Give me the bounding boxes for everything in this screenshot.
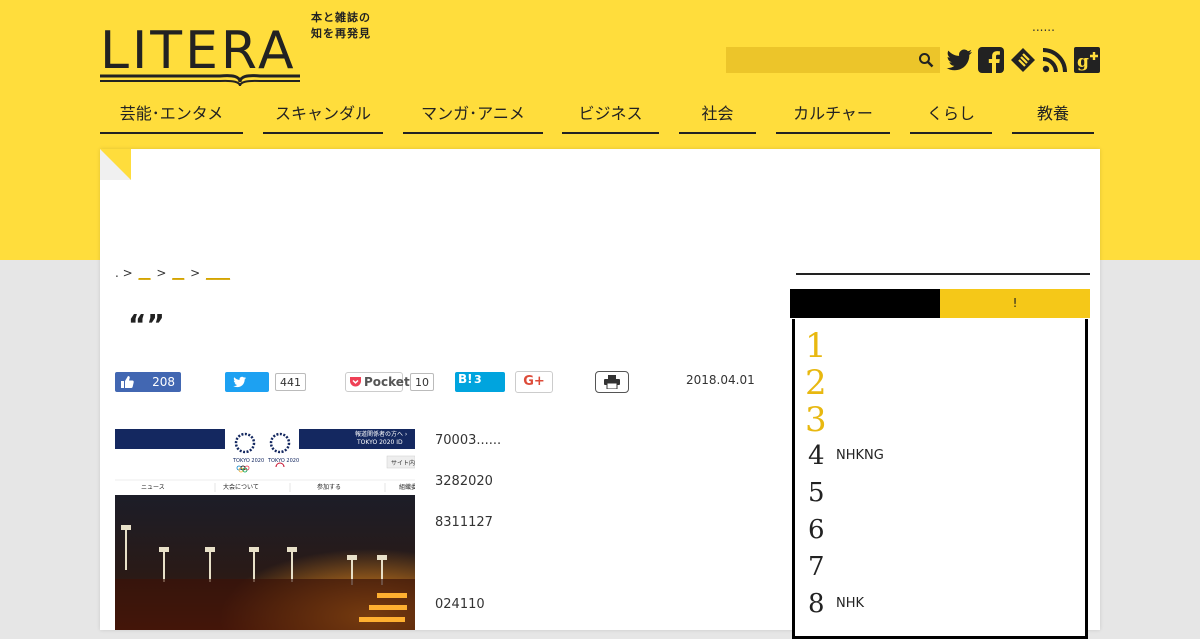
article-body-line: 8311127 <box>435 515 493 530</box>
sidebar-divider <box>796 273 1090 275</box>
rank-number: 4 <box>808 441 825 471</box>
rank-number: 7 <box>808 552 825 582</box>
google-plus-share-button[interactable]: G+ <box>515 371 553 393</box>
rank-number: 8 <box>808 589 825 619</box>
facebook-icon[interactable] <box>977 46 1005 74</box>
twitter-share-count: 441 <box>275 373 306 391</box>
facebook-like-button[interactable]: 208 <box>115 372 181 392</box>
printer-icon <box>604 375 620 389</box>
pocket-count: 10 <box>410 373 434 391</box>
svg-text:サイト内: サイト内 <box>391 459 415 467</box>
rank-number: 6 <box>808 515 825 545</box>
rank-title[interactable]: NHK <box>836 596 864 611</box>
ranking-list <box>792 319 1088 639</box>
nav-item-living[interactable]: くらし <box>910 100 992 134</box>
nav-item-manga-anime[interactable]: マンガ･アニメ <box>403 100 543 134</box>
article-body-line: 024110 <box>435 597 485 612</box>
breadcrumb-link[interactable]: __ <box>172 266 184 280</box>
ranking-tab-left[interactable] <box>790 289 940 318</box>
print-button[interactable] <box>595 371 629 393</box>
svg-text:TOKYO 2020: TOKYO 2020 <box>267 458 299 464</box>
search-box[interactable] <box>726 47 940 73</box>
twitter-icon[interactable] <box>946 46 974 74</box>
breadcrumb-link[interactable]: __ <box>139 266 151 280</box>
rank-number: 5 <box>808 478 825 508</box>
search-input[interactable] <box>726 47 906 73</box>
svg-text:ニュース: ニュース <box>141 484 165 491</box>
google-plus-icon[interactable]: g <box>1073 46 1101 74</box>
rank-number: 1 <box>805 326 827 366</box>
rss-icon[interactable] <box>1041 46 1069 74</box>
nav-item-culture[interactable]: カルチャー <box>776 100 890 134</box>
svg-text:TOKYO 2020: TOKYO 2020 <box>232 458 264 464</box>
rank-number: 2 <box>805 363 827 403</box>
article-image: 報道関係者の方へ › TOKYO 2020 ID TOKYO 2020 TOKY… <box>115 429 415 630</box>
nav-item-entertainment[interactable]: 芸能･エンタメ <box>100 100 243 134</box>
search-icon[interactable] <box>918 52 934 68</box>
nav-item-scandal[interactable]: スキャンダル <box>263 100 383 134</box>
svg-text:参加する: 参加する <box>317 483 341 491</box>
nav-item-society[interactable]: 社会 <box>679 100 756 134</box>
rank-title[interactable]: NHKNG <box>836 448 884 463</box>
pocket-icon <box>350 377 361 387</box>
rank-number: 3 <box>805 400 827 440</box>
svg-text:報道関係者の方へ ›: 報道関係者の方へ › <box>355 430 407 438</box>
svg-text:LITERA: LITERA <box>100 21 297 81</box>
twitter-icon <box>233 376 246 388</box>
thumbs-up-icon <box>121 376 134 388</box>
article-body-line: 70003...... <box>435 433 502 448</box>
svg-text:組織委: 組織委 <box>399 483 415 491</box>
article-title: “” <box>128 308 165 341</box>
feedly-icon[interactable] <box>1009 46 1037 74</box>
svg-text:g: g <box>1077 52 1089 72</box>
svg-text:大会について: 大会について <box>223 483 259 491</box>
article-body-line: 3282020 <box>435 474 493 489</box>
hatena-bookmark-button[interactable]: B! 3 <box>455 372 505 392</box>
logo-tagline: 本と雑誌の 知を再発見 <box>311 11 371 40</box>
breadcrumb-link[interactable]: ____ <box>206 266 230 280</box>
pocket-button[interactable]: Pocket <box>345 372 410 392</box>
breadcrumb: . > __ > __ > ____ <box>115 266 230 280</box>
twitter-share-button[interactable] <box>225 372 269 392</box>
main-nav: 芸能･エンタメ スキャンダル マンガ･アニメ ビジネス 社会 カルチャー くらし… <box>100 100 1100 134</box>
svg-text:TOKYO 2020 ID: TOKYO 2020 ID <box>356 439 403 446</box>
nav-item-education[interactable]: 教養 <box>1012 100 1094 134</box>
page-fold-corner <box>100 149 131 180</box>
ranking-tab-right[interactable]: ! <box>940 289 1090 318</box>
article-date: 2018.04.01 <box>686 373 755 387</box>
nav-item-business[interactable]: ビジネス <box>562 100 659 134</box>
header-top-text: ...... <box>1032 20 1055 34</box>
